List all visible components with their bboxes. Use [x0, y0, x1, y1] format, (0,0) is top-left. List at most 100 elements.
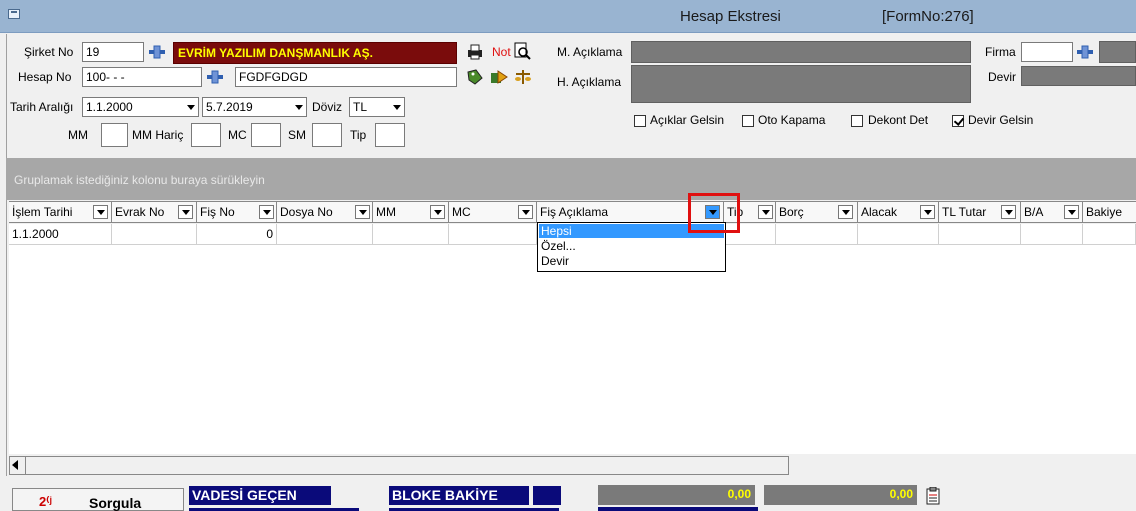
- filter-dropdown-icon[interactable]: [93, 205, 108, 219]
- cell-evrak-no[interactable]: [112, 224, 197, 245]
- mc-input[interactable]: [251, 123, 281, 147]
- col-label: İşlem Tarihi: [12, 205, 73, 219]
- export-icon[interactable]: [490, 68, 508, 86]
- not-link[interactable]: Not: [492, 45, 511, 59]
- cell-dosya-no[interactable]: [277, 224, 373, 245]
- aciklar-gelsin-checkbox[interactable]: [634, 115, 646, 127]
- col-dosya-no[interactable]: Dosya No: [277, 202, 373, 223]
- mm-haric-input[interactable]: [191, 123, 221, 147]
- hesap-lookup-icon[interactable]: [206, 68, 224, 86]
- bloke-bakiye-label: BLOKE BAKİYE: [389, 486, 529, 505]
- cell-alacak[interactable]: [858, 224, 939, 245]
- cell-mc[interactable]: [449, 224, 537, 245]
- h-aciklama-field[interactable]: [631, 65, 971, 103]
- filter-dropdown-icon[interactable]: [838, 205, 853, 219]
- dekont-det-checkbox[interactable]: [851, 115, 863, 127]
- hesap-name-field: FGDFGDGD: [235, 67, 457, 87]
- scroll-left-button[interactable]: [10, 457, 26, 474]
- sirket-name: EVRİM YAZILIM DANŞMANLIK AŞ.: [173, 42, 457, 64]
- col-label: B/A: [1024, 205, 1044, 219]
- preview-icon[interactable]: [513, 42, 531, 60]
- chevron-down-icon: [187, 105, 195, 110]
- col-label: Bakiye: [1086, 205, 1123, 219]
- mm-label: MM: [68, 128, 88, 142]
- filter-option-ozel[interactable]: Özel...: [539, 239, 724, 253]
- tag-icon[interactable]: [466, 68, 484, 86]
- col-borc[interactable]: Borç: [776, 202, 858, 223]
- doviz-value: TL: [353, 100, 368, 114]
- col-mm[interactable]: MM: [373, 202, 449, 223]
- tarih-from-select[interactable]: 1.1.2000: [82, 97, 199, 117]
- devir-gelsin-label: Devir Gelsin: [968, 113, 1034, 127]
- lookup-icon[interactable]: [148, 43, 166, 61]
- amount-field-2: 0,00: [764, 485, 917, 505]
- aciklar-gelsin-label: Açıklar Gelsin: [650, 113, 725, 127]
- filter-dropdown-icon[interactable]: [1064, 205, 1079, 219]
- group-by-hint: Gruplamak istediğiniz kolonu buraya sürü…: [14, 173, 265, 187]
- window-system-icon[interactable]: [8, 9, 20, 19]
- col-label: Fiş No: [200, 205, 235, 219]
- doviz-select[interactable]: TL: [349, 97, 405, 117]
- col-ba[interactable]: B/A: [1021, 202, 1083, 223]
- sorgula-button[interactable]: 2⁽ʲ Sorgula: [12, 488, 184, 511]
- filter-option-devir[interactable]: Devir: [539, 254, 724, 268]
- col-islem-tarihi[interactable]: İşlem Tarihi: [9, 202, 112, 223]
- col-mc[interactable]: MC: [449, 202, 537, 223]
- firma-input[interactable]: [1021, 42, 1073, 62]
- oto-kapama-checkbox[interactable]: [742, 115, 754, 127]
- col-label: Evrak No: [115, 205, 165, 219]
- m-aciklama-field[interactable]: [631, 41, 971, 63]
- hesap-no-label: Hesap No: [18, 70, 72, 84]
- mm-haric-label: MM Hariç: [132, 128, 184, 142]
- col-label: Dosya No: [280, 205, 333, 219]
- sirket-no-input[interactable]: 19: [82, 42, 144, 62]
- cell-bakiye[interactable]: [1083, 224, 1136, 245]
- hesap-no-input[interactable]: 100- - -: [82, 67, 202, 87]
- tarih-araligi-label: Tarih Aralığı: [10, 100, 74, 114]
- filter-dropdown-icon[interactable]: [1001, 205, 1016, 219]
- cell-islem-tarihi[interactable]: 1.1.2000: [9, 224, 112, 245]
- clipboard-icon[interactable]: [924, 486, 942, 505]
- sm-label: SM: [288, 128, 306, 142]
- devir-gelsin-checkbox[interactable]: [952, 115, 964, 127]
- tarih-to-select[interactable]: 5.7.2019: [202, 97, 307, 117]
- cell-tl-tutar[interactable]: [939, 224, 1021, 245]
- col-alacak[interactable]: Alacak: [858, 202, 939, 223]
- cell-ba[interactable]: [1021, 224, 1083, 245]
- filter-dropdown-icon[interactable]: [758, 205, 773, 219]
- horizontal-scrollbar[interactable]: [9, 456, 789, 475]
- cell-mm[interactable]: [373, 224, 449, 245]
- amount-underline-1: [598, 507, 758, 511]
- mm-input[interactable]: [101, 123, 128, 147]
- printer-icon[interactable]: [466, 43, 484, 61]
- cell-fis-no[interactable]: 0: [197, 224, 277, 245]
- mc-label: MC: [228, 128, 247, 142]
- filter-dropdown-icon[interactable]: [920, 205, 935, 219]
- dekont-det-label: Dekont Det: [868, 113, 929, 127]
- filter-dropdown-icon[interactable]: [355, 205, 370, 219]
- filter-dropdown-icon[interactable]: [518, 205, 533, 219]
- tarih-to-value: 5.7.2019: [206, 100, 253, 114]
- sorgula-label: Sorgula: [89, 495, 142, 511]
- query-icon: 2⁽ʲ: [39, 494, 52, 509]
- filter-dropdown-icon[interactable]: [430, 205, 445, 219]
- filter-dropdown-icon[interactable]: [178, 205, 193, 219]
- tip-input[interactable]: [375, 123, 405, 147]
- sm-input[interactable]: [312, 123, 342, 147]
- devir-field: [1021, 66, 1136, 86]
- highlight-marker: [688, 193, 740, 233]
- form-number: [FormNo:276]: [882, 8, 974, 25]
- firma-lookup-icon[interactable]: [1076, 43, 1094, 61]
- col-label: Borç: [779, 205, 804, 219]
- h-aciklama-label: H. Açıklama: [557, 75, 622, 89]
- grid-header: İşlem Tarihi Evrak No Fiş No Dosya No MM…: [9, 201, 1136, 223]
- tarih-from-value: 1.1.2000: [86, 100, 133, 114]
- amount-field-1: 0,00: [598, 485, 755, 505]
- col-tl-tutar[interactable]: TL Tutar: [939, 202, 1021, 223]
- cell-borc[interactable]: [776, 224, 858, 245]
- filter-dropdown-icon[interactable]: [259, 205, 274, 219]
- col-bakiye[interactable]: Bakiye: [1083, 202, 1136, 223]
- balance-icon[interactable]: [514, 68, 532, 86]
- col-evrak-no[interactable]: Evrak No: [112, 202, 197, 223]
- col-fis-no[interactable]: Fiş No: [197, 202, 277, 223]
